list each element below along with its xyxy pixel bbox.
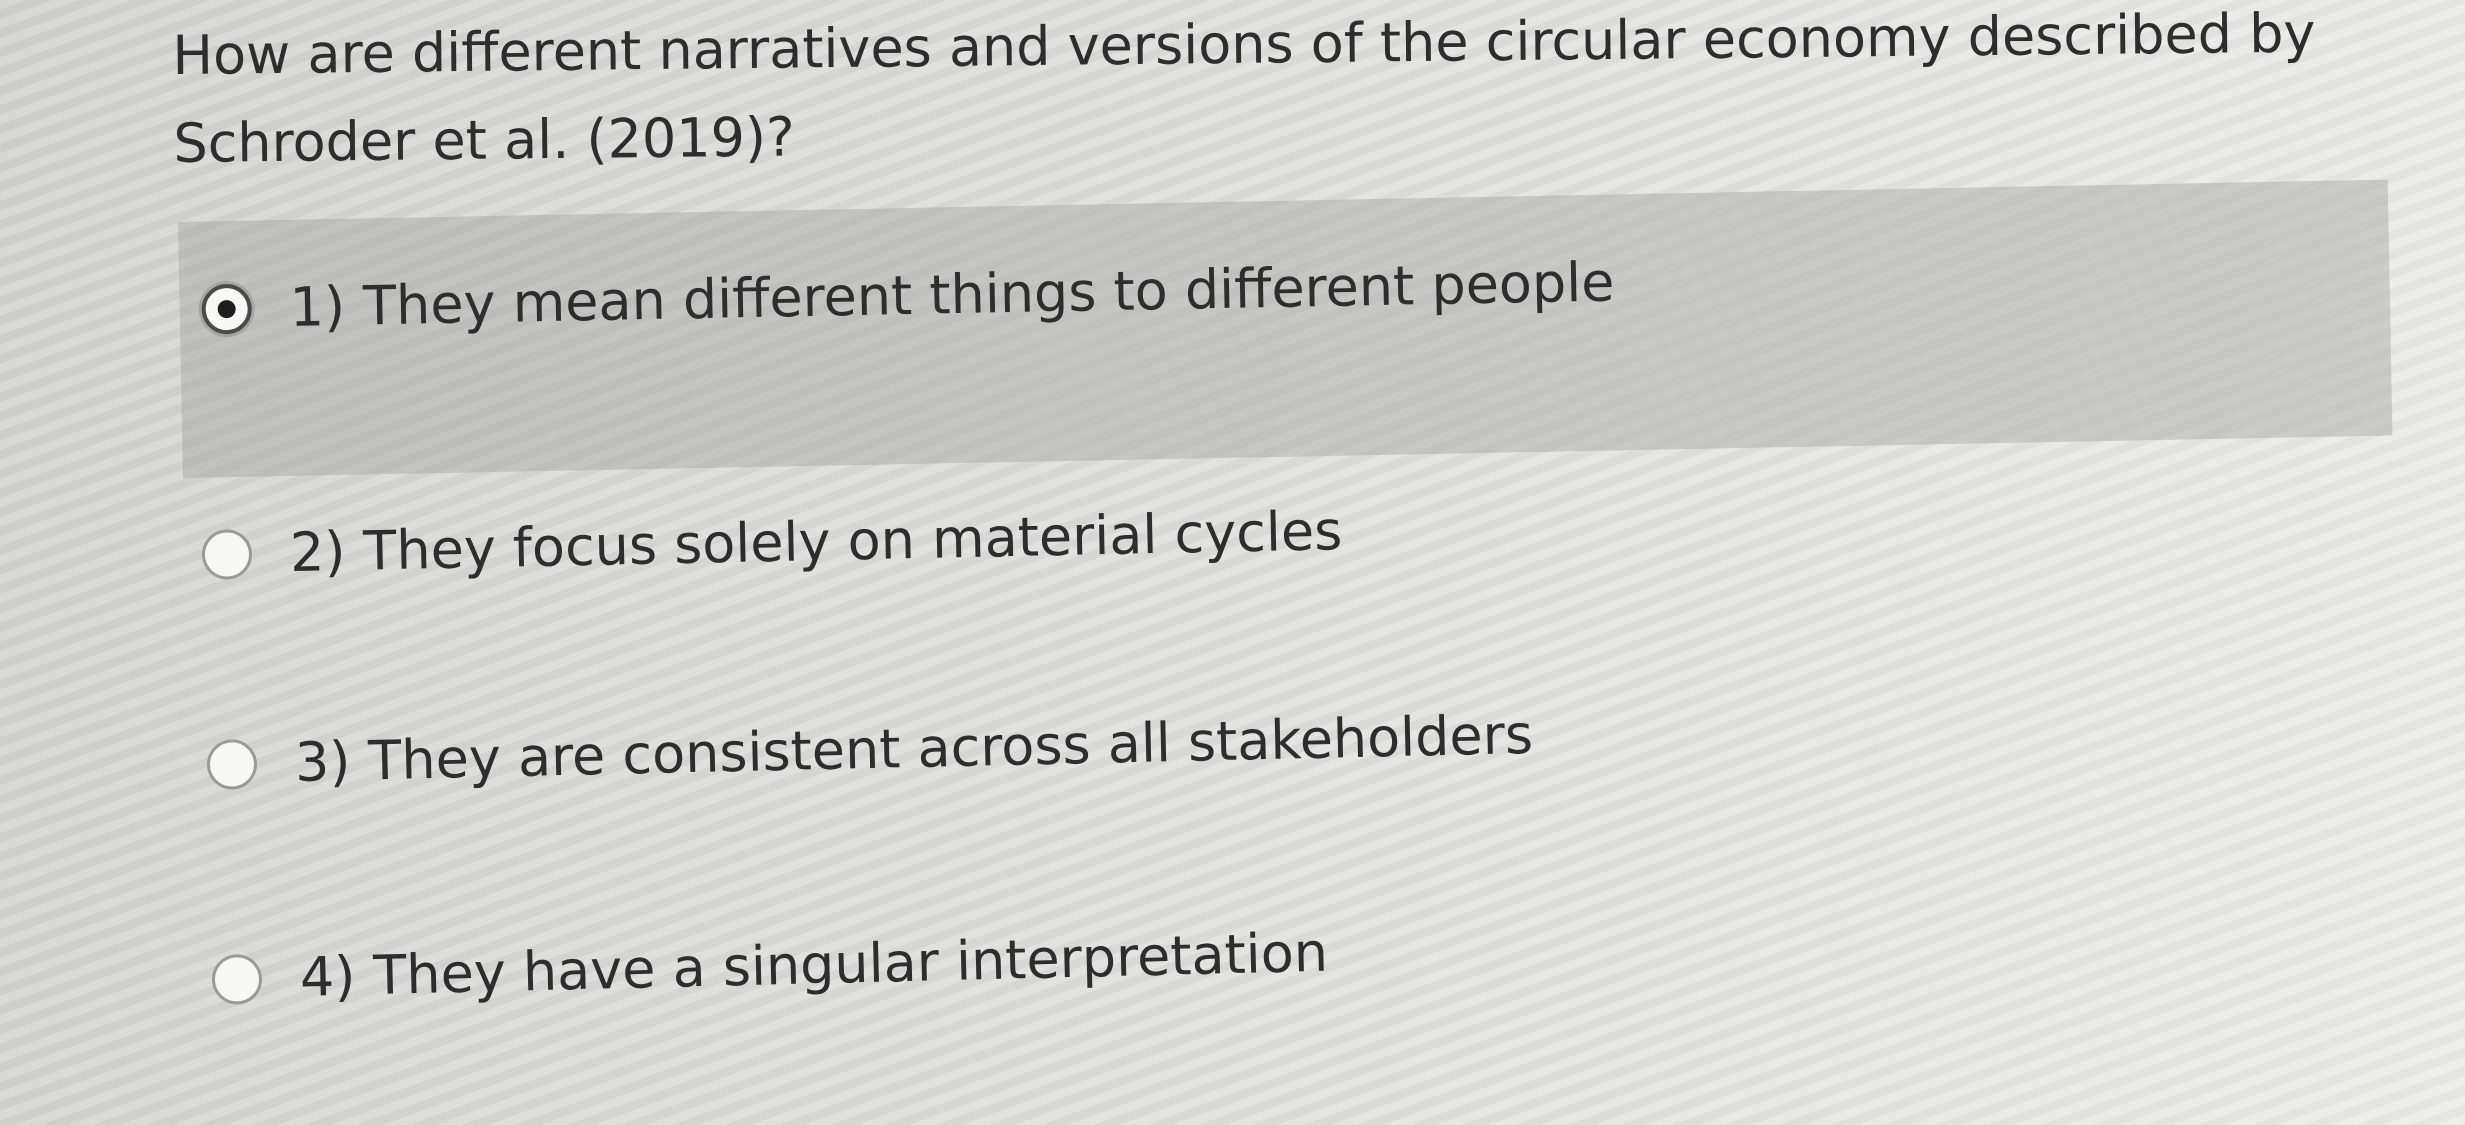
option-4[interactable]: 4) They have a singular interpretation	[211, 918, 1329, 1015]
option-4-label: 4) They have a singular interpretation	[299, 918, 1329, 1013]
radio-button-icon[interactable]	[201, 528, 253, 580]
option-4-text: They have a singular interpretation	[372, 920, 1329, 1008]
option-2-text: They focus solely on material cycles	[362, 499, 1343, 583]
option-3[interactable]: 3) They are consistent across all stakeho…	[206, 700, 1534, 800]
option-3-text: They are consistent across all stakehold…	[367, 702, 1534, 793]
option-3-number: 3)	[294, 729, 352, 794]
option-2-label: 2) They focus solely on material cycles	[289, 496, 1343, 588]
option-1-text: They mean different things to different …	[362, 250, 1615, 338]
radio-button-icon[interactable]	[206, 738, 258, 790]
radio-button-icon[interactable]	[211, 953, 263, 1005]
option-1-number: 1)	[289, 274, 346, 339]
radio-dot-icon	[217, 299, 236, 319]
answer-options: 1) They mean different things to differen…	[0, 0, 2465, 1125]
option-2-number: 2)	[289, 520, 347, 585]
option-4-number: 4)	[299, 944, 357, 1009]
option-1[interactable]: 1) They mean different things to differen…	[178, 179, 2393, 478]
option-2[interactable]: 2) They focus solely on material cycles	[201, 496, 1343, 590]
option-3-label: 3) They are consistent across all stakeho…	[294, 700, 1534, 798]
option-1-label: 1) They mean different things to differen…	[289, 247, 1615, 342]
radio-button-selected-icon[interactable]	[201, 283, 253, 335]
